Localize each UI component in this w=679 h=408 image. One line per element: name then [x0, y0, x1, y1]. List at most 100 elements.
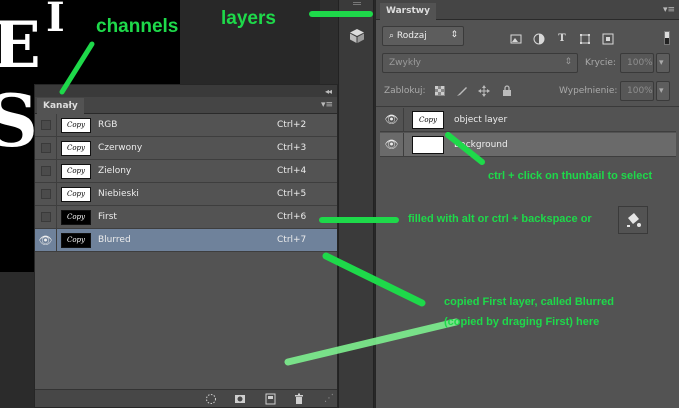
layer-name[interactable]: object layer — [454, 115, 507, 125]
channel-shortcut: Ctrl+2 — [277, 120, 307, 130]
lock-all-icon[interactable] — [501, 85, 513, 97]
channels-bottom-toolbar: ⋰ — [35, 389, 337, 407]
layer-thumbnail[interactable]: Copy — [412, 110, 444, 129]
annotation-filled-with: filled with alt or ctrl + backspace or — [408, 213, 592, 225]
channels-panel-menu-icon[interactable]: ▾≡ — [321, 100, 333, 110]
workspace-background — [0, 272, 34, 408]
lock-transparent-pixels-icon[interactable] — [434, 85, 446, 97]
channel-shortcut: Ctrl+5 — [277, 189, 307, 199]
channels-list: Copy RGB Ctrl+2 Copy Czerwony Ctrl+3 Copy Zielo… — [35, 114, 337, 252]
visibility-box-icon — [40, 189, 51, 199]
channel-row-zielony[interactable]: Copy Zielony Ctrl+4 — [35, 160, 337, 183]
annotation-copied-2: (copied by draging First) here — [444, 316, 600, 328]
filter-type-icon[interactable]: T — [556, 33, 568, 45]
channel-thumbnail[interactable]: Copy — [61, 209, 91, 225]
new-channel-icon[interactable] — [264, 393, 276, 405]
layer-name[interactable]: Background — [454, 140, 508, 150]
channel-thumbnail[interactable]: Copy — [61, 232, 91, 248]
tab-layers[interactable]: Warstwy — [380, 3, 436, 20]
channel-visibility-toggle[interactable] — [35, 206, 57, 228]
channel-row-rgb[interactable]: Copy RGB Ctrl+2 — [35, 114, 337, 137]
filter-pixel-icon[interactable] — [510, 33, 522, 45]
channel-thumbnail[interactable]: Copy — [61, 163, 91, 179]
channel-name[interactable]: First — [98, 212, 117, 222]
filter-kind-select[interactable]: ⌕ Rodzaj ⇕ — [382, 26, 464, 46]
load-selection-icon[interactable] — [205, 393, 217, 405]
channel-name[interactable]: RGB — [98, 120, 117, 130]
channel-name[interactable]: Czerwony — [98, 143, 142, 153]
channel-visibility-toggle[interactable] — [35, 114, 57, 136]
chevron-updown-icon: ⇕ — [450, 30, 458, 40]
tab-channels[interactable]: Kanały — [37, 98, 84, 114]
annotation-ctrl-click: ctrl + click on thunbail to select — [488, 170, 653, 182]
channel-visibility-toggle[interactable] — [35, 183, 57, 205]
blend-mode-select[interactable]: Zwykły ⇕ — [382, 53, 578, 73]
layer-filter-row: ⌕ Rodzaj ⇕ T — [376, 24, 679, 52]
channel-visibility-toggle[interactable] — [35, 160, 57, 182]
layer-thumbnail[interactable] — [412, 135, 444, 154]
fill-dropdown-button[interactable]: ▾ — [656, 81, 670, 101]
canvas-glyph-e: E — [0, 8, 41, 83]
channel-thumbnail[interactable]: Copy — [61, 140, 91, 156]
channels-panel-titlebar[interactable]: ◂◂ — [35, 85, 337, 97]
filter-kind-value: Rodzaj — [396, 31, 427, 41]
filter-smart-object-icon[interactable] — [602, 33, 614, 45]
visibility-box-icon — [40, 166, 51, 176]
filter-shape-icon[interactable] — [579, 33, 591, 45]
annotation-copied-1: copied First layer, called Blurred — [444, 296, 614, 308]
channel-shortcut: Ctrl+4 — [277, 166, 307, 176]
channel-shortcut: Ctrl+7 — [277, 235, 307, 245]
annotation-layers: layers — [221, 8, 276, 29]
layer-visibility-eye-icon[interactable]: 👁 — [380, 107, 404, 132]
channel-visibility-eye-icon[interactable]: 👁 — [35, 229, 57, 251]
channels-panel: ◂◂ Kanały ▾≡ Copy RGB Ctrl+2 Copy Czerwony Ct… — [34, 84, 338, 408]
channel-name[interactable]: Zielony — [98, 166, 131, 176]
annotation-channels: channels — [96, 16, 179, 37]
layers-divider — [376, 106, 679, 107]
lock-position-icon[interactable] — [478, 85, 490, 97]
channel-shortcut: Ctrl+6 — [277, 212, 307, 222]
3d-cube-icon[interactable] — [347, 26, 367, 46]
channel-shortcut: Ctrl+3 — [277, 143, 307, 153]
channel-row-first[interactable]: Copy First Ctrl+6 — [35, 206, 337, 229]
layer-row-background[interactable]: 👁 Background — [380, 132, 676, 157]
canvas-glyph-s: S — [0, 78, 38, 163]
dock-grip-icon[interactable] — [353, 2, 361, 5]
layers-panel-menu-icon[interactable]: ▾≡ — [663, 5, 675, 15]
layer-visibility-eye-icon[interactable]: 👁 — [380, 132, 404, 157]
lock-label: Zablokuj: — [384, 86, 426, 96]
channel-row-niebieski[interactable]: Copy Niebieski Ctrl+5 — [35, 183, 337, 206]
layer-row-object-layer[interactable]: 👁 Copy object layer — [380, 107, 676, 132]
filter-adjustment-icon[interactable] — [533, 33, 545, 45]
opacity-label: Krycie: — [585, 58, 616, 68]
search-icon: ⌕ — [389, 31, 395, 41]
opacity-input[interactable]: 100% — [620, 53, 654, 73]
trash-icon[interactable] — [293, 393, 305, 405]
canvas-glyph-i: I — [46, 0, 65, 41]
collapse-panel-button[interactable]: ◂◂ — [325, 87, 332, 96]
blend-mode-row: Zwykły ⇕ Krycie: 100% ▾ — [376, 52, 679, 76]
channel-name[interactable]: Blurred — [98, 235, 131, 245]
visibility-box-icon — [40, 212, 51, 222]
panel-dock-column — [338, 0, 374, 408]
paint-bucket-icon — [618, 206, 648, 234]
channel-row-czerwony[interactable]: Copy Czerwony Ctrl+3 — [35, 137, 337, 160]
layers-tabbar: Warstwy ▾≡ — [376, 0, 679, 20]
lock-row: Zablokuj: Wypełnienie: 100% ▾ — [376, 80, 679, 104]
lock-image-pixels-icon[interactable] — [456, 85, 468, 97]
fill-input[interactable]: 100% — [620, 81, 654, 101]
visibility-box-icon — [40, 143, 51, 153]
save-selection-as-channel-icon[interactable] — [234, 393, 246, 405]
channel-visibility-toggle[interactable] — [35, 137, 57, 159]
resize-grip-icon[interactable]: ⋰ — [323, 393, 335, 405]
channel-row-blurred[interactable]: 👁 Copy Blurred Ctrl+7 — [35, 229, 337, 252]
fill-label: Wypełnienie: — [559, 86, 618, 96]
channel-thumbnail[interactable]: Copy — [61, 117, 91, 133]
channel-name[interactable]: Niebieski — [98, 189, 139, 199]
blend-mode-value: Zwykły — [389, 58, 421, 68]
chevron-updown-icon: ⇕ — [564, 57, 572, 67]
channel-thumbnail[interactable]: Copy — [61, 186, 91, 202]
opacity-value: 100% — [627, 58, 653, 68]
opacity-dropdown-button[interactable]: ▾ — [656, 53, 670, 73]
filter-toggle-switch[interactable] — [664, 31, 670, 45]
